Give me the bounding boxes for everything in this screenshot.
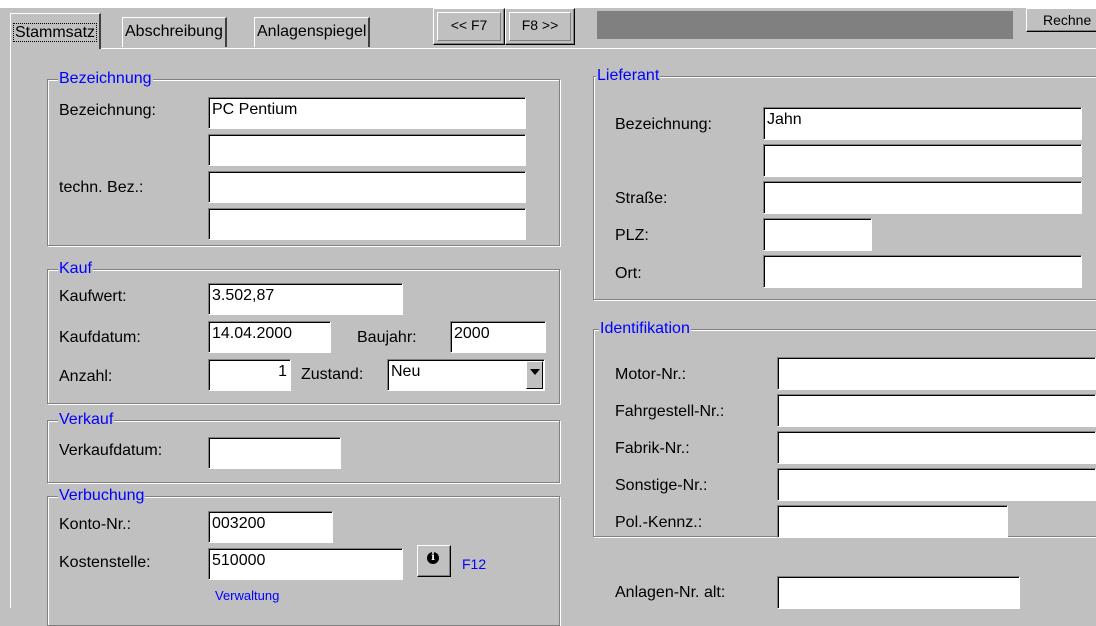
tab-stammsatz-label: Stammsatz xyxy=(13,23,98,42)
konto-field[interactable]: 003200 xyxy=(208,511,333,543)
bezeichnung-legend: Bezeichnung xyxy=(58,69,153,89)
tab-anlagenspiegel-label: Anlagenspiegel xyxy=(257,23,367,40)
prev-record-label: << F7 xyxy=(437,12,501,41)
techn-bez-field[interactable] xyxy=(208,171,526,203)
plz-field[interactable] xyxy=(763,218,872,251)
sonstige-field[interactable] xyxy=(777,468,1096,501)
techn-bez2-field[interactable] xyxy=(208,208,526,240)
tab-panel-left-border xyxy=(10,48,11,608)
window-top-edge xyxy=(0,0,1096,8)
fahrgestell-label: Fahrgestell-Nr.: xyxy=(615,403,725,420)
tab-panel-border xyxy=(10,48,1096,49)
lieferant-bezeichnung-label: Bezeichnung: xyxy=(615,116,712,133)
identifikation-legend: Identifikation xyxy=(599,319,691,339)
lieferant-bezeichnung2-field[interactable] xyxy=(763,144,1082,177)
tab-anlagenspiegel[interactable]: Anlagenspiegel xyxy=(254,17,371,47)
fahrgestell-field[interactable] xyxy=(777,394,1096,427)
verbuchung-legend: Verbuchung xyxy=(58,486,146,506)
motor-field[interactable] xyxy=(777,357,1096,390)
plz-label: PLZ: xyxy=(615,227,649,244)
sonstige-label: Sonstige-Nr.: xyxy=(615,477,708,494)
lieferant-legend: Lieferant xyxy=(596,66,661,86)
bezeichnung-field[interactable]: PC Pentium xyxy=(208,97,526,129)
verkaufdatum-field[interactable] xyxy=(208,437,341,469)
strasse-label: Straße: xyxy=(615,190,668,207)
kaufwert-field[interactable]: 3.502,87 xyxy=(208,283,403,315)
rechnen-button[interactable]: Rechne xyxy=(1026,8,1096,32)
zustand-select[interactable]: Neu xyxy=(387,359,545,391)
tab-abschreibung[interactable]: Abschreibung xyxy=(122,17,227,47)
info-button[interactable]: i xyxy=(417,545,451,577)
anzahl-label: Anzahl: xyxy=(59,368,113,385)
konto-label: Konto-Nr.: xyxy=(59,516,132,533)
chevron-down-icon[interactable] xyxy=(526,361,543,389)
anlagen-nr-alt-field[interactable] xyxy=(777,576,1020,609)
kaufdatum-field[interactable]: 14.04.2000 xyxy=(208,321,331,353)
info-icon: i xyxy=(427,552,439,564)
strasse-field[interactable] xyxy=(763,181,1082,214)
fabrik-field[interactable] xyxy=(777,431,1096,464)
kostenstelle-name: Verwaltung xyxy=(215,588,280,603)
lieferant-bezeichnung-field[interactable]: Jahn xyxy=(763,107,1082,140)
kaufwert-label: Kaufwert: xyxy=(59,288,127,305)
bezeichnung-label: Bezeichnung: xyxy=(59,102,156,119)
kostenstelle-field[interactable]: 510000 xyxy=(208,548,403,580)
zustand-value: Neu xyxy=(391,363,421,380)
pol-kennz-label: Pol.-Kennz.: xyxy=(615,514,703,531)
tab-stammsatz[interactable]: Stammsatz xyxy=(10,13,102,49)
anzahl-field[interactable]: 1 xyxy=(208,359,291,391)
tab-abschreibung-label: Abschreibung xyxy=(125,23,223,40)
anlagen-nr-alt-label: Anlagen-Nr. alt: xyxy=(615,584,726,601)
f12-label[interactable]: F12 xyxy=(462,556,486,572)
status-bar xyxy=(597,11,1013,39)
zustand-label: Zustand: xyxy=(301,366,364,383)
next-record-label: F8 >> xyxy=(509,12,571,41)
verkauf-legend: Verkauf xyxy=(58,410,115,430)
techn-bez-label: techn. Bez.: xyxy=(59,179,144,196)
kaufdatum-label: Kaufdatum: xyxy=(59,329,141,346)
ort-field[interactable] xyxy=(763,255,1082,288)
bezeichnung2-field[interactable] xyxy=(208,134,526,166)
baujahr-label: Baujahr: xyxy=(357,329,417,346)
fabrik-label: Fabrik-Nr.: xyxy=(615,440,690,457)
kostenstelle-label: Kostenstelle: xyxy=(59,554,151,571)
next-record-button[interactable]: F8 >> xyxy=(505,8,575,45)
rechnen-label: Rechne xyxy=(1043,12,1092,28)
motor-label: Motor-Nr.: xyxy=(615,366,687,383)
baujahr-field[interactable]: 2000 xyxy=(450,321,546,353)
verkaufdatum-label: Verkaufdatum: xyxy=(59,442,163,459)
ort-label: Ort: xyxy=(615,265,642,282)
pol-kennz-field[interactable] xyxy=(777,505,1008,538)
kauf-legend: Kauf xyxy=(58,259,93,279)
prev-record-button[interactable]: << F7 xyxy=(433,8,505,45)
